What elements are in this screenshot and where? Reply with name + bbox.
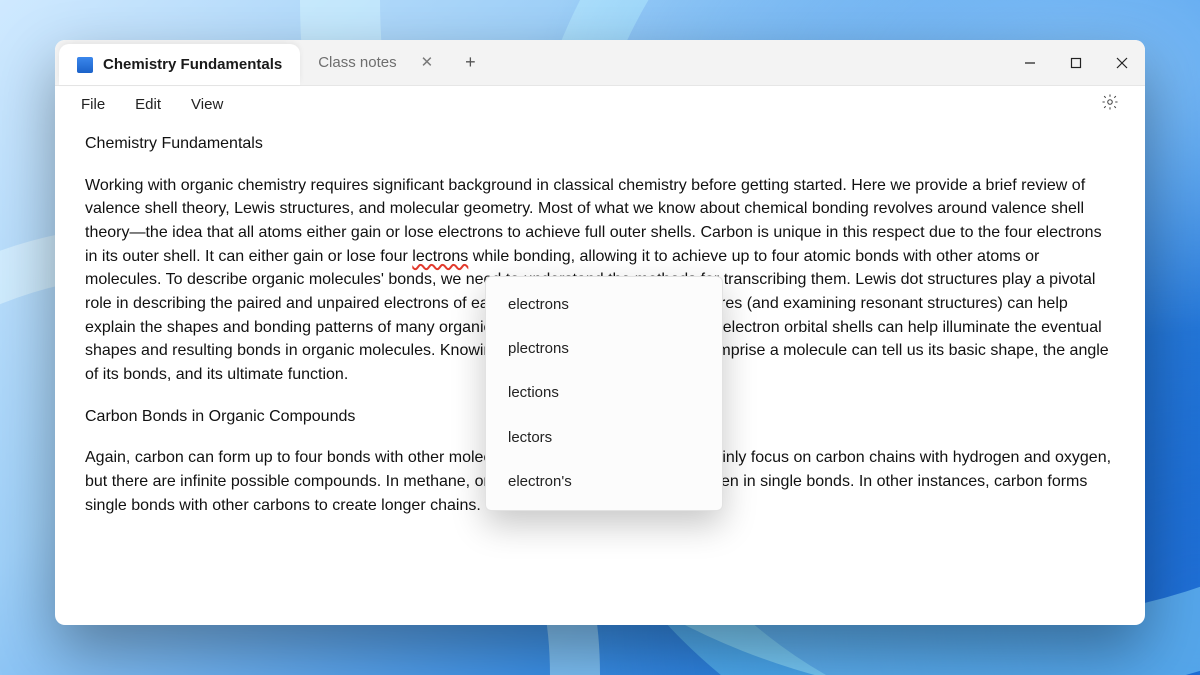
tab-label: Chemistry Fundamentals: [103, 56, 282, 73]
app-window: Chemistry Fundamentals Class notes ✕ + F…: [55, 40, 1145, 625]
menu-edit[interactable]: Edit: [135, 96, 161, 113]
minimize-button[interactable]: [1007, 40, 1053, 85]
titlebar[interactable]: Chemistry Fundamentals Class notes ✕ +: [55, 40, 1145, 86]
editor-content[interactable]: Chemistry Fundamentals Working with orga…: [55, 122, 1145, 625]
misspelled-word[interactable]: lectrons: [412, 248, 468, 265]
tab-inactive[interactable]: Class notes ✕: [300, 40, 451, 85]
new-tab-button[interactable]: +: [451, 40, 490, 85]
suggestion-item[interactable]: lectors: [486, 416, 722, 460]
close-tab-icon[interactable]: ✕: [421, 55, 434, 70]
suggestion-item[interactable]: electrons: [486, 283, 722, 327]
maximize-button[interactable]: [1053, 40, 1099, 85]
titlebar-drag-area[interactable]: [490, 40, 1007, 85]
document-title: Chemistry Fundamentals: [85, 132, 1115, 156]
tab-active[interactable]: Chemistry Fundamentals: [59, 44, 300, 85]
tab-label: Class notes: [318, 54, 396, 71]
suggestion-item[interactable]: plectrons: [486, 327, 722, 371]
suggestion-item[interactable]: lections: [486, 371, 722, 415]
spellcheck-menu: electrons plectrons lections lectors ele…: [485, 276, 723, 511]
menu-view[interactable]: View: [191, 96, 223, 113]
suggestion-item[interactable]: electron's: [486, 460, 722, 504]
window-controls: [1007, 40, 1145, 85]
notepad-icon: [77, 57, 93, 73]
close-window-button[interactable]: [1099, 40, 1145, 85]
settings-button[interactable]: [1101, 93, 1119, 115]
menu-file[interactable]: File: [81, 96, 105, 113]
menubar: File Edit View: [55, 86, 1145, 122]
